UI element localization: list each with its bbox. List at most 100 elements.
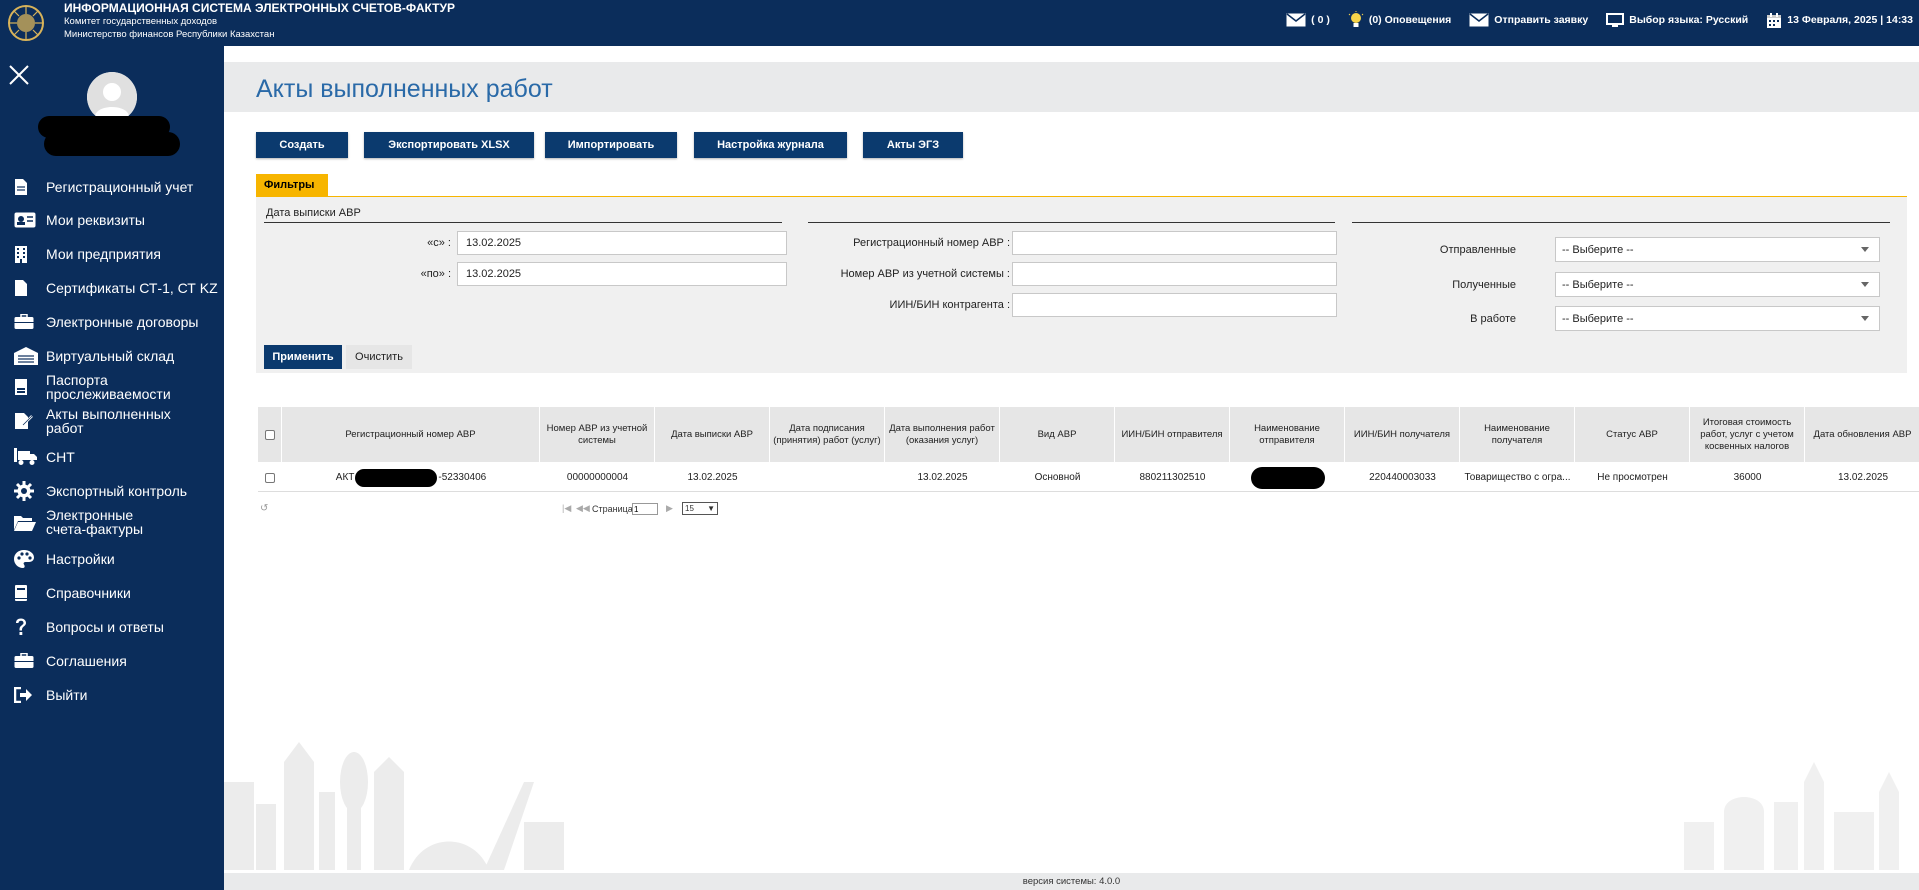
- notifications-link[interactable]: (0) Оповещения: [1348, 11, 1451, 29]
- table-row[interactable]: АКТ -52330406 00000000004 13.02.2025 13.…: [258, 463, 1919, 492]
- sent-select[interactable]: -- Выберите --: [1555, 237, 1880, 262]
- col-sender-iin[interactable]: ИИН/БИН отправителя: [1115, 407, 1230, 462]
- sidebar-item-agreements[interactable]: Соглашения: [0, 648, 224, 674]
- col-acc-number[interactable]: Номер АВР из учетной системы: [540, 407, 655, 462]
- col-kind[interactable]: Вид АВР: [1000, 407, 1115, 462]
- sidebar-item-label: Мои реквизиты: [46, 212, 145, 228]
- close-icon[interactable]: [8, 64, 30, 86]
- egz-acts-button[interactable]: Акты ЭГЗ: [863, 132, 963, 158]
- sidebar-item-certificates[interactable]: Сертификаты СТ-1, СТ KZ: [0, 275, 224, 301]
- first-page-icon[interactable]: |◀: [562, 503, 571, 514]
- page-title: Акты выполненных работ: [256, 75, 553, 103]
- col-receiver-iin[interactable]: ИИН/БИН получателя: [1345, 407, 1460, 462]
- sidebar-item-invoices[interactable]: Электронные счета-фактуры: [0, 505, 224, 539]
- counterparty-iin-input[interactable]: [1012, 293, 1337, 317]
- file-icon: [14, 277, 40, 299]
- col-sender-name[interactable]: Наименование отправителя: [1230, 407, 1345, 462]
- calendar-icon: [1767, 12, 1782, 28]
- envelope-icon: [1286, 13, 1306, 27]
- sidebar-item-logout[interactable]: Выйти: [0, 682, 224, 708]
- tab-filters[interactable]: Фильтры: [256, 174, 328, 196]
- sidebar-item-label: Справочники: [46, 585, 131, 601]
- sidebar-item-label: Виртуальный склад: [46, 348, 175, 364]
- cell-reg-number: АКТ -52330406: [282, 463, 540, 492]
- journal-settings-button[interactable]: Настройка журнала: [694, 132, 847, 158]
- date-group-title: Дата выписки АВР: [266, 207, 361, 219]
- sidebar-item-label: Вопросы и ответы: [46, 619, 164, 635]
- send-request-link[interactable]: Отправить заявку: [1469, 13, 1588, 27]
- sidebar-item-contracts[interactable]: Электронные договоры: [0, 309, 224, 335]
- sidebar-item-references[interactable]: Справочники: [0, 580, 224, 606]
- briefcase-icon: [14, 650, 40, 672]
- sidebar-item-faq[interactable]: Вопросы и ответы: [0, 614, 224, 640]
- language-selector[interactable]: Выбор языка: Русский: [1606, 12, 1749, 28]
- reg-number-input[interactable]: [1012, 231, 1337, 255]
- select-all-checkbox[interactable]: [264, 429, 275, 440]
- pagination: ↺ |◀ ◀◀ Страница ▶ 15 ▼: [258, 499, 858, 519]
- clear-button[interactable]: Очистить: [346, 345, 412, 369]
- sidebar-item-label: Настройки: [46, 551, 115, 567]
- page-number-input[interactable]: [632, 503, 658, 515]
- row-checkbox[interactable]: [265, 472, 275, 483]
- import-button[interactable]: Импортировать: [545, 132, 677, 158]
- col-perform-date[interactable]: Дата выполнения работ (оказания услуг): [885, 407, 1000, 462]
- sidebar-item-settings[interactable]: Настройки: [0, 546, 224, 572]
- in-work-select[interactable]: -- Выберите --: [1555, 306, 1880, 331]
- date-from-input[interactable]: [457, 231, 787, 255]
- question-icon: [14, 616, 40, 638]
- col-sign-date[interactable]: Дата подписания (принятия) работ (услуг): [770, 407, 885, 462]
- sidebar-item-enterprises[interactable]: Мои предприятия: [0, 241, 224, 267]
- cell-acc-number: 00000000004: [566, 472, 629, 483]
- export-xlsx-button[interactable]: Экспортировать XLSX: [364, 132, 534, 158]
- prev-page-icon[interactable]: ◀◀: [576, 503, 590, 514]
- create-button[interactable]: Создать: [256, 132, 348, 158]
- cell-issue-date: 13.02.2025: [687, 472, 738, 483]
- messages-link[interactable]: ( 0 ): [1286, 13, 1330, 27]
- sidebar-item-label: Акты выполненных работ: [46, 406, 171, 436]
- refresh-icon[interactable]: ↺: [260, 503, 268, 514]
- sidebar-item-registration[interactable]: Регистрационный учет: [0, 174, 224, 200]
- footer: версия системы: 4.0.0: [224, 873, 1919, 890]
- col-reg-number[interactable]: Регистрационный номер АВР: [282, 407, 540, 462]
- col-receiver-name[interactable]: Наименование получателя: [1460, 407, 1575, 462]
- next-page-icon[interactable]: ▶: [666, 503, 673, 514]
- apply-button[interactable]: Применить: [264, 345, 342, 369]
- language-label: Выбор языка: Русский: [1629, 14, 1749, 26]
- cell-sender-name: [1230, 463, 1345, 492]
- cell-total: 36000: [1733, 472, 1762, 483]
- acc-number-input[interactable]: [1012, 262, 1337, 286]
- cell-sign-date: [770, 463, 885, 492]
- sidebar-item-passports[interactable]: Паспорта прослеживаемости: [0, 370, 224, 404]
- sidebar-item-label: Электронные счета-фактуры: [46, 507, 144, 537]
- page-size-select[interactable]: 15 ▼: [682, 502, 718, 515]
- datetime-display: 13 Февраля, 2025 | 14:33: [1766, 12, 1913, 29]
- table-header: Регистрационный номер АВР Номер АВР из у…: [258, 407, 1919, 462]
- sidebar-item-warehouse[interactable]: Виртуальный склад: [0, 343, 224, 369]
- redacted-username-line2: [44, 132, 180, 156]
- sidebar-item-label: Электронные договоры: [46, 314, 199, 330]
- col-issue-date[interactable]: Дата выписки АВР: [655, 407, 770, 462]
- top-bar: ИНФОРМАЦИОННАЯ СИСТЕМА ЭЛЕКТРОННЫХ СЧЕТО…: [0, 0, 1919, 46]
- received-select[interactable]: -- Выберите --: [1555, 272, 1880, 297]
- sidebar-item-export-control[interactable]: Экспортный контроль: [0, 478, 224, 504]
- col-total[interactable]: Итоговая стоимость работ, услуг с учетом…: [1690, 407, 1805, 462]
- cog-icon: [14, 480, 40, 502]
- truck-icon: [14, 446, 40, 468]
- sidebar-item-label: Сертификаты СТ-1, СТ KZ: [46, 280, 218, 296]
- date-to-input[interactable]: [457, 262, 787, 286]
- sidebar-item-label: Соглашения: [46, 653, 127, 669]
- sidebar-item-snt[interactable]: СНТ: [0, 444, 224, 470]
- row-select-cell: [258, 463, 282, 492]
- sidebar-item-requisites[interactable]: Мои реквизиты: [0, 207, 224, 233]
- datetime-label: 13 Февраля, 2025 | 14:33: [1787, 14, 1913, 26]
- in-work-label: В работе: [1470, 313, 1516, 325]
- avatar[interactable]: [87, 72, 137, 122]
- sidebar-item-acts[interactable]: Акты выполненных работ: [0, 404, 224, 438]
- col-status[interactable]: Статус АВР: [1575, 407, 1690, 462]
- palette-icon: [14, 548, 40, 570]
- cell-update-date: 13.02.2025: [1837, 472, 1889, 483]
- col-update-date[interactable]: Дата обновления АВР: [1805, 407, 1919, 462]
- redacted-sender-name: [1250, 466, 1325, 489]
- briefcase-icon: [14, 311, 40, 333]
- building-icon: [14, 243, 40, 265]
